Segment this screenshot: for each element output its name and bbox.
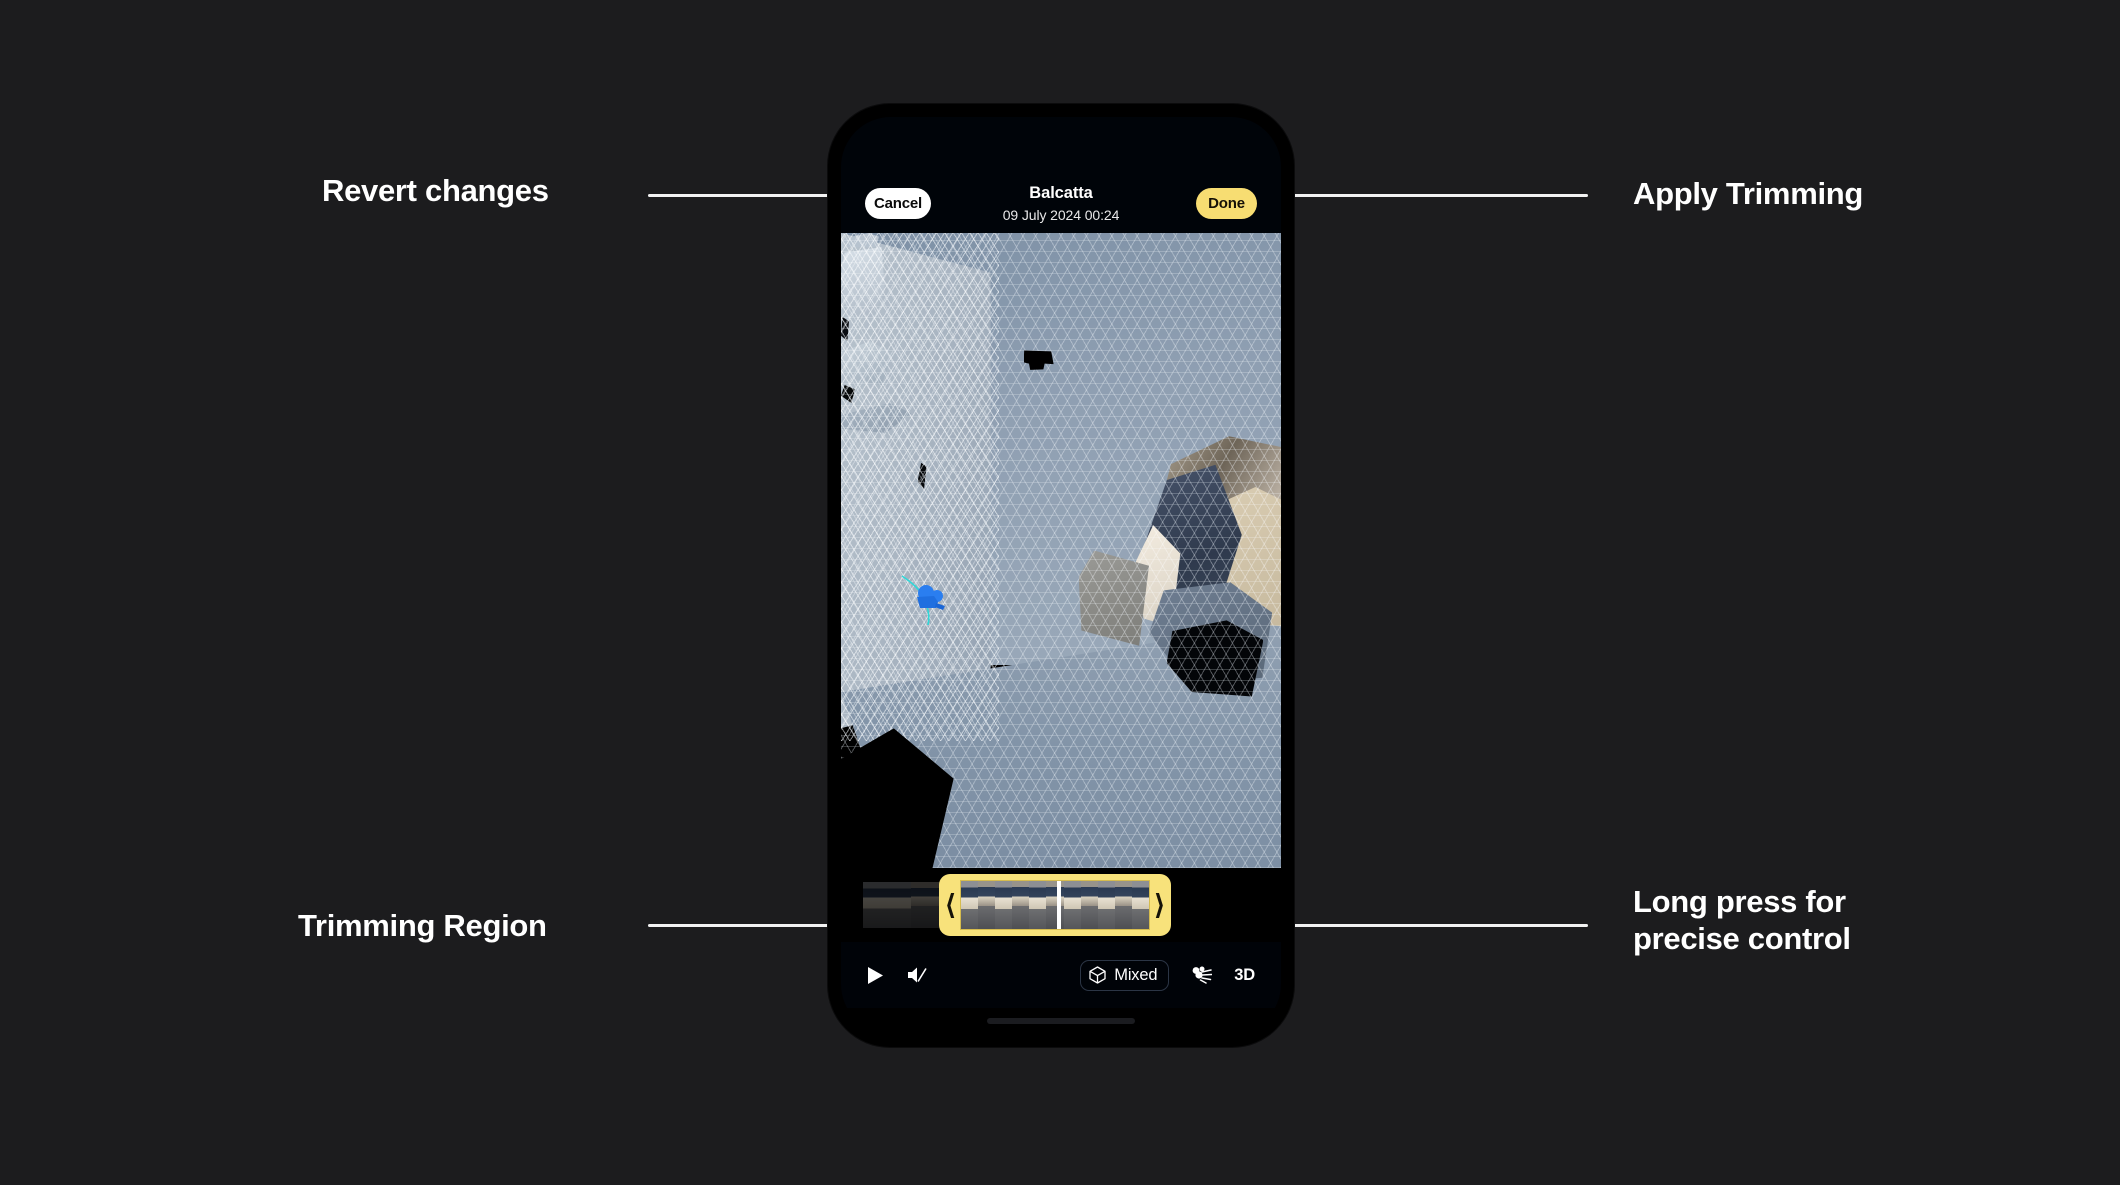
page-subtitle-timestamp: 09 July 2024 00:24 [1002,207,1120,223]
filmstrip-frame [1097,881,1115,929]
annotation-apply-trimming: Apply Trimming [1633,176,1864,211]
annotation-precise-control: Long press for precise control [1633,884,1851,956]
play-button[interactable] [867,966,884,985]
chevron-right-handle-icon[interactable]: ⟩ [1151,891,1168,919]
filmstrip-frame [995,881,1013,929]
page-title: Balcatta [1029,184,1093,203]
filmstrip-frame [863,882,911,928]
navigation-bar: Balcatta 09 July 2024 00:24 Cancel Done [841,117,1281,233]
annotation-trimming-region: Trimming Region [298,908,547,943]
leader-line-apply-trimming [1263,194,1588,197]
phone-device-frame: Balcatta 09 July 2024 00:24 Cancel Done [828,104,1294,1047]
navigation-title-block: Balcatta 09 July 2024 00:24 [1003,184,1120,223]
home-indicator[interactable] [987,1018,1135,1024]
cube-icon [1089,966,1106,984]
filmstrip-frame [1131,881,1149,929]
scene-wireframe-overlay-fine [841,233,1000,741]
filmstrip-frame [1029,881,1047,929]
render-mode-mixed-button[interactable]: Mixed [1080,959,1170,991]
home-indicator-area [841,1008,1281,1034]
filmstrip-frame [1080,881,1098,929]
mute-button[interactable] [906,965,927,985]
filmstrip-frame [978,881,996,929]
render-mode-label: Mixed [1114,965,1158,984]
phone-screen: Balcatta 09 July 2024 00:24 Cancel Done [841,117,1281,1034]
filmstrip-frame [1114,881,1132,929]
filmstrip-frame [1012,881,1030,929]
cancel-button[interactable]: Cancel [865,188,931,219]
chevron-left-handle-icon[interactable]: ⟨ [942,891,959,919]
gaussian-splat-icon[interactable] [1191,966,1213,984]
done-button[interactable]: Done [1196,188,1257,219]
filmstrip-selected-region[interactable] [960,880,1150,930]
trim-selection-slider[interactable]: ⟨ ⟩ [939,874,1171,936]
trimming-control[interactable]: ⟨ ⟩ [841,868,1281,942]
filmstrip-frame [961,881,979,929]
playback-toolbar: Mixed 3D [841,942,1281,1008]
three-d-mode-button[interactable]: 3D [1234,966,1255,985]
playhead-indicator[interactable] [1057,881,1061,929]
annotation-revert-changes: Revert changes [322,173,549,208]
three-d-scene-viewport[interactable] [841,233,1281,868]
filmstrip-frame [1063,881,1081,929]
camera-path-marker-icon[interactable] [914,585,950,611]
